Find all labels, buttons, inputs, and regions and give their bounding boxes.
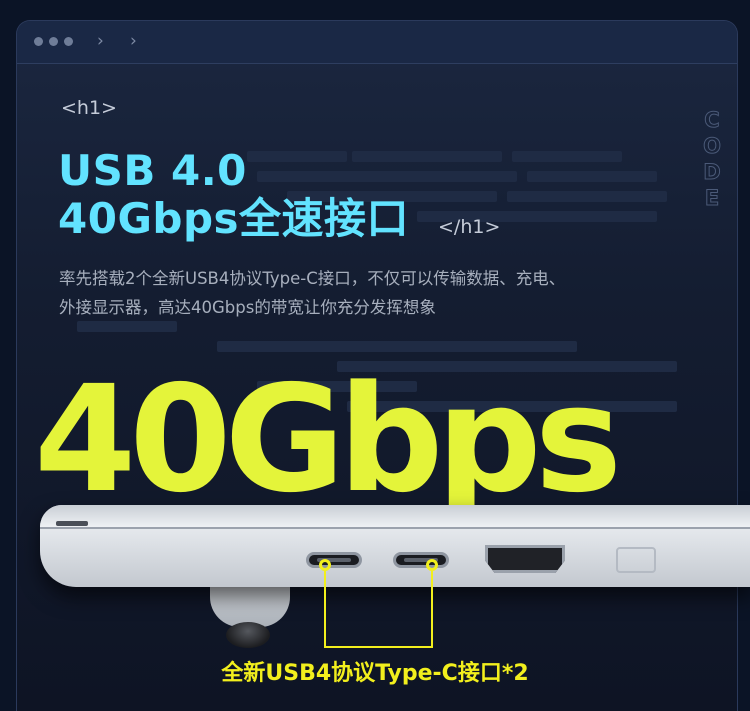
code-vertical-label: C O D E (701, 107, 723, 211)
side-letter: E (704, 186, 720, 211)
callout-line-bottom (324, 646, 433, 648)
title-bar: › › (17, 21, 737, 64)
window-dot-1[interactable] (34, 37, 43, 46)
h1-open-tag: <h1> (61, 97, 117, 119)
code-line (217, 341, 577, 352)
usb-c-port-1 (306, 552, 362, 568)
chevron-left-icon[interactable]: › (97, 31, 104, 51)
hdmi-port (485, 545, 565, 573)
hero-speed-text: 40Gbps (34, 354, 622, 525)
usb-c-port-2 (393, 552, 449, 568)
code-line (527, 171, 657, 182)
description-line-2: 外接显示器，高达40Gbps的带宽让你充分发挥想象 (59, 298, 436, 317)
window-dot-3[interactable] (64, 37, 73, 46)
code-line (247, 151, 347, 162)
description-line-1: 率先搭载2个全新USB4协议Type-C接口，不仅可以传输数据、充电、 (59, 269, 566, 288)
code-line (507, 191, 667, 202)
callout-line-right (431, 571, 433, 648)
window-dot-2[interactable] (49, 37, 58, 46)
code-line (257, 171, 517, 182)
code-line (77, 321, 177, 332)
callout-line-left (324, 571, 326, 648)
laptop-lid (40, 505, 750, 527)
laptop-side-detail (616, 547, 656, 573)
side-letter: C (704, 108, 720, 133)
heading-line-2: 40Gbps全速接口 (58, 194, 410, 243)
side-letter: O (703, 134, 722, 159)
side-letter: D (703, 160, 721, 185)
chevron-right-icon[interactable]: › (130, 31, 137, 51)
heading-line-1: USB 4.0 (58, 146, 247, 195)
callout-marker-2 (426, 559, 438, 571)
laptop-side-view (40, 505, 750, 587)
code-line (512, 151, 622, 162)
laptop-foot (226, 622, 270, 648)
description: 率先搭载2个全新USB4协议Type-C接口，不仅可以传输数据、充电、 外接显示… (59, 264, 719, 322)
code-line (352, 151, 502, 162)
callout-marker-1 (319, 559, 331, 571)
h1-close-tag: </h1> (438, 216, 501, 238)
laptop-seam (40, 527, 750, 529)
laptop-notch (56, 521, 88, 526)
ports-caption: 全新USB4协议Type-C接口*2 (221, 661, 529, 686)
laptop-hinge (210, 587, 290, 627)
